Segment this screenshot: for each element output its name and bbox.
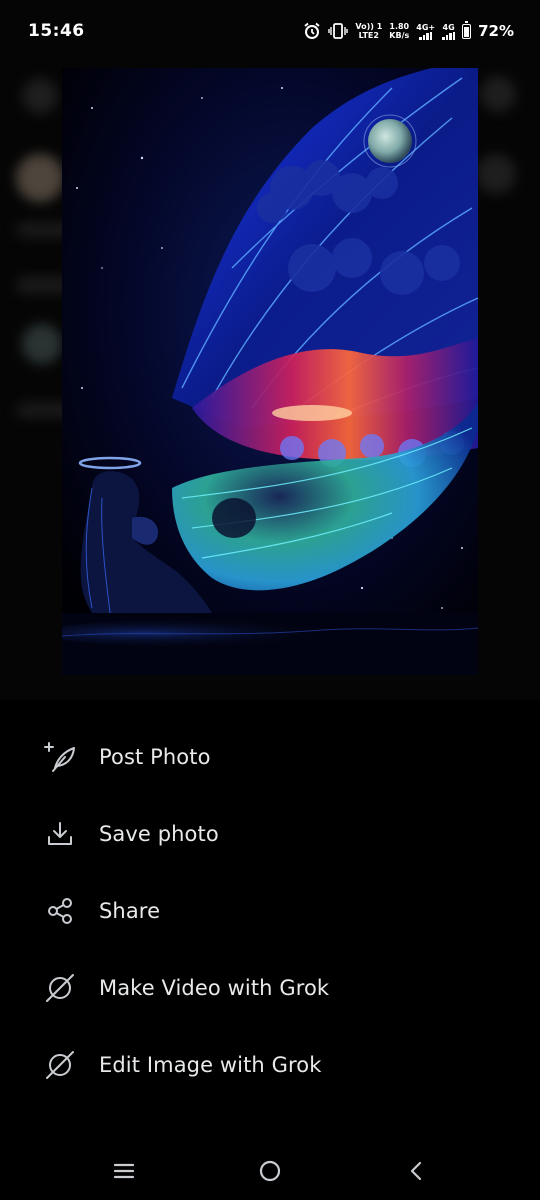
photo-preview[interactable] [62, 68, 478, 675]
make-video-grok-item[interactable]: Make Video with Grok [0, 956, 540, 1020]
status-icons: Vo)) 1 LTE2 1.80 KB/s 4G+ 4G 72% [303, 20, 514, 40]
home-icon [259, 1160, 281, 1182]
post-photo-item[interactable]: Post Photo [0, 725, 540, 789]
signal-1-icon [419, 31, 433, 40]
speed-unit: KB/s [389, 31, 410, 40]
save-photo-label: Save photo [99, 822, 219, 846]
save-photo-item[interactable]: Save photo [0, 802, 540, 866]
make-video-grok-label: Make Video with Grok [99, 976, 330, 1000]
share-icon [42, 893, 78, 929]
alarm-icon [304, 22, 320, 39]
network-2: 4G [442, 22, 456, 40]
feather-plus-icon [42, 739, 78, 775]
grok-icon [42, 1047, 78, 1083]
network-1-label: 4G+ [416, 22, 436, 32]
volte-bottom: LTE2 [358, 31, 379, 40]
back-button[interactable] [401, 1156, 431, 1186]
vibrate-icon [328, 23, 349, 39]
share-label: Share [99, 899, 161, 923]
recents-icon [113, 1163, 135, 1179]
volte-indicator: Vo)) 1 LTE2 [355, 22, 382, 40]
download-icon [42, 816, 78, 852]
speed-value: 1.80 [389, 22, 410, 31]
screen: 15:46 Vo)) 1 LTE2 1.80 KB/s 4G+ 4G 72% P… [0, 0, 540, 1200]
angel-illustration [62, 68, 478, 675]
battery-icon [462, 20, 472, 39]
edit-image-grok-item[interactable]: Edit Image with Grok [0, 1033, 540, 1097]
action-sheet: Post Photo Save photo Share Make Video w… [0, 700, 540, 1140]
back-icon [410, 1161, 422, 1181]
status-bar: 15:46 Vo)) 1 LTE2 1.80 KB/s 4G+ 4G 72% [0, 0, 540, 62]
share-item[interactable]: Share [0, 879, 540, 943]
grok-icon [42, 970, 78, 1006]
status-time: 15:46 [28, 21, 85, 41]
recents-button[interactable] [109, 1156, 139, 1186]
network-2-label: 4G [442, 22, 455, 32]
post-photo-label: Post Photo [99, 745, 211, 769]
battery-percent: 72% [478, 22, 514, 40]
data-speed: 1.80 KB/s [389, 22, 409, 40]
volte-top: Vo)) 1 [355, 22, 383, 31]
navigation-bar [0, 1140, 540, 1200]
edit-image-grok-label: Edit Image with Grok [99, 1053, 322, 1077]
network-1: 4G+ [416, 23, 435, 40]
signal-2-icon [442, 31, 456, 40]
home-button[interactable] [255, 1156, 285, 1186]
